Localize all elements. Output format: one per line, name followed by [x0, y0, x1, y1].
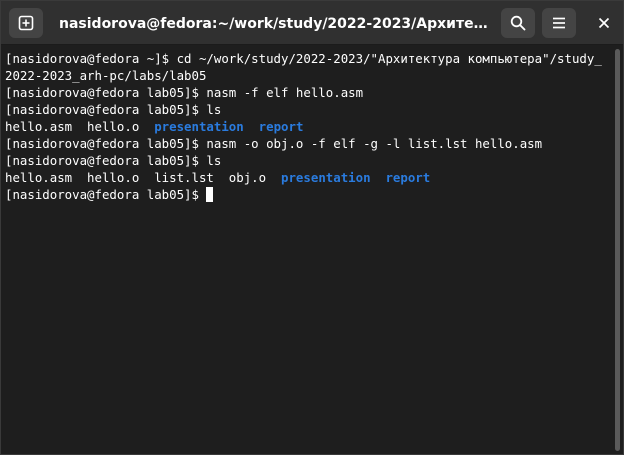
terminal-line: [nasidorova@fedora lab05]$	[5, 186, 612, 203]
terminal-text: [nasidorova@fedora lab05]$ nasm -o obj.o…	[5, 136, 543, 151]
terminal-text: [nasidorova@fedora lab05]$	[5, 187, 207, 202]
terminal-line: 2022-2023_arh-pc/labs/lab05	[5, 67, 612, 84]
terminal-line: [nasidorova@fedora lab05]$ nasm -f elf h…	[5, 84, 612, 101]
directory-entry: report	[258, 119, 304, 134]
terminal-line: [nasidorova@fedora lab05]$ ls	[5, 101, 612, 118]
scrollbar[interactable]	[612, 46, 623, 454]
directory-entry: report	[385, 170, 431, 185]
terminal-text: hello.asm hello.o	[5, 119, 155, 134]
terminal-line: hello.asm hello.o presentation report	[5, 118, 612, 135]
new-tab-icon	[18, 15, 34, 31]
title-bar: nasidorova@fedora:~/work/study/2022-2023…	[1, 1, 623, 45]
terminal-line: [nasidorova@fedora ~]$ cd ~/work/study/2…	[5, 50, 612, 67]
terminal-window: nasidorova@fedora:~/work/study/2022-2023…	[0, 0, 624, 455]
close-icon	[598, 17, 610, 29]
terminal-output[interactable]: [nasidorova@fedora ~]$ cd ~/work/study/2…	[1, 46, 612, 454]
search-button[interactable]	[501, 8, 535, 38]
text-cursor	[206, 187, 214, 202]
search-icon	[510, 15, 526, 31]
terminal-text: [nasidorova@fedora lab05]$ ls	[5, 153, 222, 168]
terminal-text: 2022-2023_arh-pc/labs/lab05	[5, 68, 207, 83]
terminal-text: hello.asm hello.o list.lst obj.o	[5, 170, 282, 185]
directory-entry: presentation	[281, 170, 371, 185]
terminal-text: [nasidorova@fedora lab05]$ nasm -f elf h…	[5, 85, 364, 100]
new-tab-button[interactable]	[9, 8, 43, 38]
terminal-text: [nasidorova@fedora ~]$ cd ~/work/study/2…	[5, 51, 602, 66]
menu-button[interactable]	[542, 8, 576, 38]
terminal-line: hello.asm hello.o list.lst obj.o present…	[5, 169, 612, 186]
window-title: nasidorova@fedora:~/work/study/2022-2023…	[59, 16, 489, 32]
directory-entry: presentation	[154, 119, 244, 134]
scrollbar-thumb[interactable]	[615, 49, 620, 451]
hamburger-menu-icon	[553, 17, 565, 29]
terminal-line: [nasidorova@fedora lab05]$ nasm -o obj.o…	[5, 135, 612, 152]
close-button[interactable]	[589, 8, 619, 38]
terminal-text: [nasidorova@fedora lab05]$ ls	[5, 102, 222, 117]
terminal-line: [nasidorova@fedora lab05]$ ls	[5, 152, 612, 169]
